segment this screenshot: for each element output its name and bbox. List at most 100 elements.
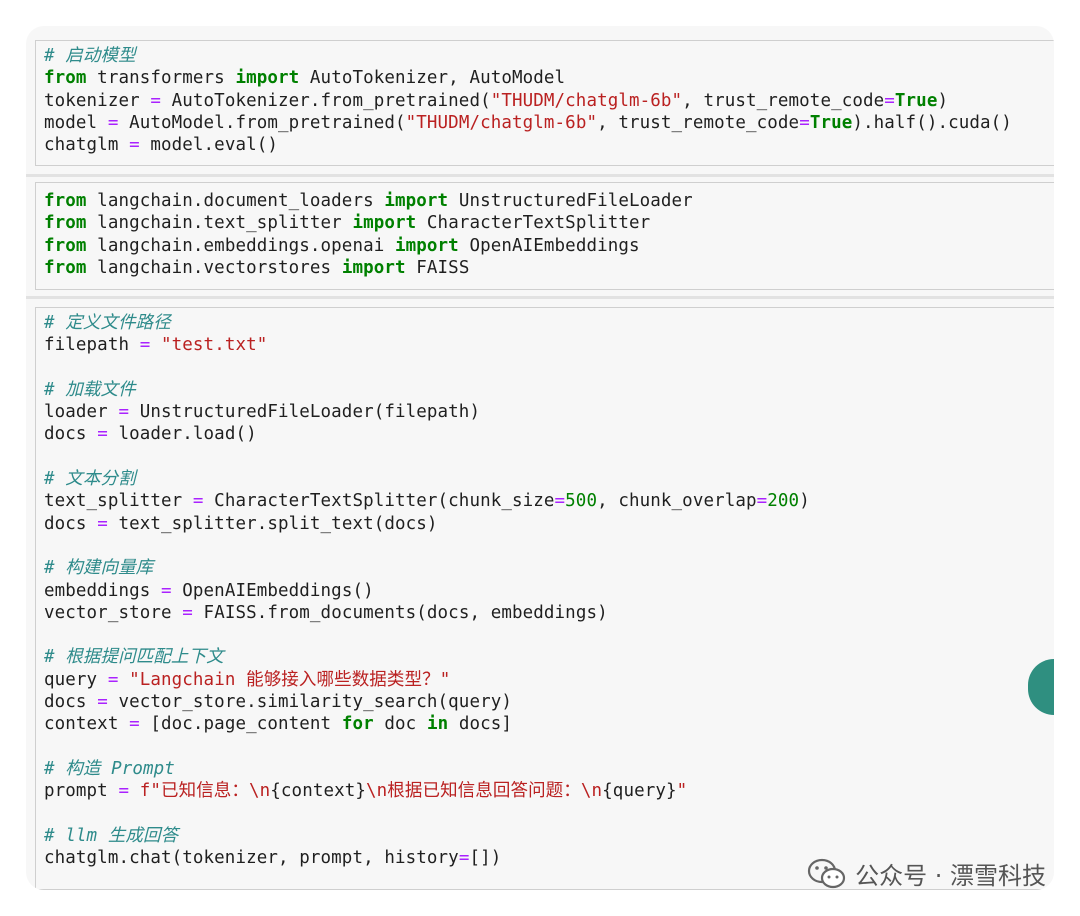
cell-source[interactable]: # 定义文件路径 filepath = "test.txt" # 加载文件 load…	[44, 312, 810, 869]
code-token: text_splitter.split_text(docs)	[107, 513, 438, 534]
code-token: from	[44, 213, 87, 234]
code-token: from	[44, 235, 87, 256]
code-line: from langchain.text_splitter import Char…	[44, 212, 693, 234]
cell-source[interactable]: from langchain.document_loaders import U…	[44, 190, 693, 279]
wechat-icon	[808, 858, 846, 888]
code-token: =	[150, 90, 161, 111]
code-token: OpenAIEmbeddings()	[171, 580, 374, 601]
code-token: =	[884, 90, 895, 111]
code-token: chatglm	[44, 135, 130, 156]
code-token: context	[44, 714, 130, 735]
code-token: # 启动模型	[44, 46, 136, 66]
code-token: UnstructuredFileLoader(filepath)	[129, 402, 481, 423]
code-token: =	[139, 335, 151, 356]
code-token: langchain.text_splitter	[86, 213, 353, 234]
code-token: docs	[44, 692, 98, 713]
code-line: from langchain.vectorstores import FAISS	[44, 257, 693, 279]
code-token: langchain.vectorstores	[86, 257, 342, 278]
code-token: import	[384, 191, 449, 211]
code-line: filepath = "test.txt"	[44, 334, 810, 356]
code-token: , trust_remote_code	[597, 112, 800, 133]
code-line: # 启动模型	[44, 45, 1012, 67]
code-token: import	[395, 235, 459, 256]
code-token: {query}	[602, 781, 677, 802]
code-token: True	[809, 112, 853, 133]
code-line: query = "Langchain 能够接入哪些数据类型？"	[44, 669, 810, 691]
code-token: =	[107, 112, 119, 133]
watermark: 公众号 · 漂雪科技	[807, 856, 1046, 891]
code-token: # 构造 Prompt	[44, 758, 175, 779]
code-token: CharacterTextSplitter	[416, 213, 651, 234]
code-token: docs	[44, 424, 98, 445]
code-token: OpenAIEmbeddings	[458, 235, 640, 256]
code-cell-2[interactable]: from langchain.document_loaders import U…	[35, 182, 1054, 290]
code-line: # 文本分割	[44, 468, 810, 490]
code-token: from	[44, 191, 87, 211]
code-token: filepath	[44, 335, 140, 356]
code-token: =	[118, 781, 130, 802]
code-token: UnstructuredFileLoader	[448, 191, 693, 211]
code-token: "Langchain 能够接入哪些数据类型？"	[129, 669, 451, 690]
code-line: text_splitter = CharacterTextSplitter(ch…	[44, 490, 810, 512]
code-token: =	[97, 424, 108, 445]
code-token: "	[676, 781, 688, 802]
code-token: CharacterTextSplitter(chunk_size	[203, 491, 555, 512]
code-token: tokenizer	[44, 90, 151, 111]
code-token: vector_store	[44, 602, 183, 623]
code-token: =	[129, 135, 140, 156]
code-token: for	[341, 714, 374, 735]
code-line: # 构建向量库	[44, 557, 810, 579]
code-token: import	[235, 68, 300, 89]
code-token: , chunk_overlap	[597, 491, 757, 512]
code-line: model = AutoModel.from_pretrained("THUDM…	[44, 112, 1012, 134]
code-line: tokenizer = AutoTokenizer.from_pretraine…	[44, 90, 1012, 112]
code-token: # llm 生成回答	[44, 825, 179, 846]
code-cell-1[interactable]: # 启动模型 from transformers import AutoToken…	[35, 40, 1054, 166]
code-line: # 加载文件	[44, 379, 810, 401]
code-cell-3[interactable]: # 定义文件路径 filepath = "test.txt" # 加载文件 load…	[35, 307, 1054, 890]
code-token: "THUDM/chatglm-6b"	[490, 90, 683, 111]
code-token: "THUDM/chatglm-6b"	[405, 112, 598, 133]
code-token: FAISS	[405, 257, 470, 278]
code-line: # 构造 Prompt	[44, 758, 810, 780]
code-token: [])	[469, 848, 502, 869]
code-line: prompt = f"已知信息：\n{context}\n根据已知信息回答问题：…	[44, 780, 810, 802]
code-token: model.eval()	[139, 135, 279, 156]
code-token: # 加载文件	[44, 379, 136, 400]
code-line: loader = UnstructuredFileLoader(filepath…	[44, 401, 810, 423]
code-token: ).half().cuda()	[852, 112, 1012, 133]
code-token: from	[44, 68, 87, 89]
code-token: AutoModel.from_pretrained(	[118, 112, 406, 133]
code-token: =	[182, 602, 193, 623]
code-token: # 根据提问匹配上下文	[44, 647, 224, 668]
code-line: chatglm.chat(tokenizer, prompt, history=…	[44, 847, 810, 869]
code-token: =	[756, 491, 768, 512]
code-line: chatglm = model.eval()	[44, 134, 1012, 156]
code-token: {context}	[270, 781, 367, 802]
code-token: prompt	[44, 781, 119, 802]
code-line: embeddings = OpenAIEmbeddings()	[44, 580, 810, 602]
code-token: loader.load()	[107, 424, 257, 445]
code-token: 500	[565, 491, 598, 512]
code-token: FAISS.from_documents(docs, embeddings)	[192, 602, 608, 623]
code-token: # 构建向量库	[44, 558, 154, 579]
code-line: context = [doc.page_content for doc in d…	[44, 713, 810, 735]
code-token: AutoTokenizer.from_pretrained(	[161, 90, 491, 111]
code-token: # 定义文件路径	[44, 313, 171, 333]
code-token: langchain.embeddings.openai	[86, 235, 395, 256]
notebook-frame: # 启动模型 from transformers import AutoToken…	[26, 26, 1054, 890]
code-token: =	[799, 112, 810, 133]
cell-source[interactable]: # 启动模型 from transformers import AutoToken…	[44, 45, 1012, 156]
code-token: model	[44, 112, 108, 133]
code-token: =	[161, 580, 172, 601]
code-token: =	[118, 402, 130, 423]
code-token: =	[97, 692, 108, 713]
code-token: loader	[44, 402, 119, 423]
code-token: "test.txt"	[161, 335, 268, 356]
code-token: from	[44, 257, 87, 278]
